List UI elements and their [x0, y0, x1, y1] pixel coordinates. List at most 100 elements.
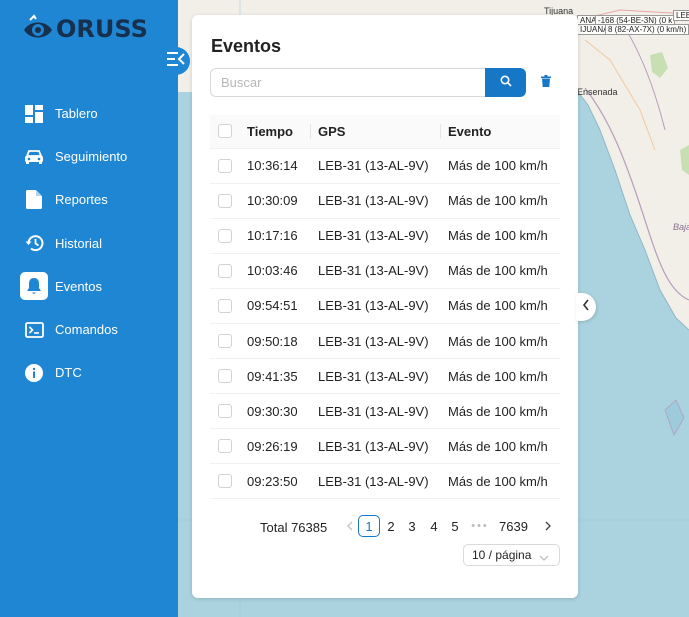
cell-event: Más de 100 km/h: [440, 393, 560, 430]
page-size-value: 10 / página: [472, 548, 532, 562]
row-select-cell: [210, 253, 239, 289]
search-input[interactable]: [210, 68, 486, 97]
column-header-gps[interactable]: GPS: [310, 115, 440, 149]
sidebar-item-label: Historial: [55, 235, 102, 251]
sidebar-item-reportes[interactable]: Reportes: [0, 178, 178, 221]
row-select-cell: [210, 323, 239, 360]
column-header-tiempo[interactable]: Tiempo: [239, 115, 310, 149]
info-icon: [20, 359, 48, 387]
cell-time: 10:17:16: [239, 218, 310, 254]
events-panel: Eventos Tiempo GPS Evento 10:36:14LEB-31…: [192, 15, 578, 598]
sidebar-item-dtc[interactable]: DTC: [0, 351, 178, 394]
pagination-total: Total 76385: [260, 520, 328, 535]
search-button[interactable]: [485, 68, 526, 97]
table-row[interactable]: 09:26:19 LEB-31 (13-AL-9V) Más de 100 km/h: [210, 428, 560, 465]
cell-gps: LEB-31 (13-AL-9V): [310, 428, 440, 465]
table-row[interactable]: 10:30:09 LEB-31 (13-AL-9V) Más de 100 km/h: [210, 183, 560, 219]
row-checkbox[interactable]: [218, 158, 232, 173]
cell-gps: LEB-31 (13-AL-9V): [310, 253, 440, 289]
sidebar-nav: Tablero Seguimiento Reportes Historial E…: [0, 92, 178, 394]
sidebar-item-label: Tablero: [55, 106, 98, 122]
row-checkbox[interactable]: [218, 474, 232, 489]
row-select-cell: [210, 183, 239, 219]
trash-icon: [541, 74, 551, 90]
collapse-sidebar-button[interactable]: [162, 47, 190, 75]
row-checkbox[interactable]: [218, 369, 232, 384]
table-row[interactable]: 10:36:14 LEB-31 (13-AL-9V) Más de 100 km/h: [210, 148, 560, 184]
row-checkbox[interactable]: [218, 228, 232, 243]
row-select-cell: [210, 463, 239, 500]
logo[interactable]: ORUSS: [22, 14, 148, 44]
row-checkbox[interactable]: [218, 263, 232, 278]
chevron-down-icon: [539, 551, 549, 565]
cell-gps: LEB-31 (13-AL-9V): [310, 393, 440, 430]
column-header-evento[interactable]: Evento: [440, 115, 560, 149]
car-icon: [20, 143, 48, 171]
row-checkbox[interactable]: [218, 298, 232, 313]
sidebar-item-seguimiento[interactable]: Seguimiento: [0, 135, 178, 178]
page-button-2[interactable]: 2: [380, 515, 402, 537]
cell-time: 09:50:18: [239, 323, 310, 360]
page-button-last[interactable]: 7639: [499, 515, 528, 537]
row-checkbox[interactable]: [218, 193, 232, 208]
chevron-left-icon: [582, 298, 590, 316]
table-row[interactable]: 09:50:18 LEB-31 (13-AL-9V) Más de 100 km/h: [210, 323, 560, 360]
cell-event: Más de 100 km/h: [440, 428, 560, 465]
cell-gps: LEB-31 (13-AL-9V): [310, 463, 440, 500]
sidebar-item-historial[interactable]: Historial: [0, 222, 178, 265]
row-select-cell: [210, 393, 239, 430]
cell-event: Más de 100 km/h: [440, 288, 560, 324]
row-checkbox[interactable]: [218, 334, 232, 349]
table-row[interactable]: 09:41:35 LEB-31 (13-AL-9V) Más de 100 km/h: [210, 358, 560, 395]
page-button-4[interactable]: 4: [423, 515, 445, 537]
sidebar-item-tablero[interactable]: Tablero: [0, 92, 178, 135]
table-row[interactable]: 09:23:50 LEB-31 (13-AL-9V) Más de 100 km/h: [210, 463, 560, 500]
page-ellipsis[interactable]: •••: [469, 515, 491, 537]
row-select-cell: [210, 148, 239, 184]
cell-time: 10:03:46: [239, 253, 310, 289]
cell-time: 09:30:30: [239, 393, 310, 430]
table-row[interactable]: 09:54:51 LEB-31 (13-AL-9V) Más de 100 km/h: [210, 288, 560, 324]
search-bar: [210, 68, 526, 97]
cell-gps: LEB-31 (13-AL-9V): [310, 323, 440, 360]
chevron-left-icon: [346, 519, 354, 534]
cell-event: Más de 100 km/h: [440, 253, 560, 289]
row-select-cell: [210, 358, 239, 395]
cell-event: Más de 100 km/h: [440, 323, 560, 360]
eye-logo-icon: [22, 14, 54, 44]
page-size-select[interactable]: 10 / página: [463, 544, 560, 566]
sidebar-item-eventos[interactable]: Eventos: [0, 265, 178, 308]
sidebar-item-comandos[interactable]: Comandos: [0, 308, 178, 351]
table-row[interactable]: 10:17:16 LEB-31 (13-AL-9V) Más de 100 km/h: [210, 218, 560, 254]
row-checkbox[interactable]: [218, 439, 232, 454]
page-button-3[interactable]: 3: [401, 515, 423, 537]
history-icon: [20, 229, 48, 257]
vehicle-tag[interactable]: 8 (82-AX-7X) (0 km/h): [605, 24, 689, 35]
terminal-icon: [20, 316, 48, 344]
map-label-ensenada: Ensenada: [577, 87, 618, 97]
cell-event: Más de 100 km/h: [440, 218, 560, 254]
vehicle-tag[interactable]: LEB: [673, 10, 689, 21]
cell-event: Más de 100 km/h: [440, 358, 560, 395]
row-checkbox[interactable]: [218, 404, 232, 419]
delete-button[interactable]: [537, 73, 555, 91]
page-button-1[interactable]: 1: [358, 515, 380, 537]
sidebar-item-label: Reportes: [55, 192, 108, 208]
cell-gps: LEB-31 (13-AL-9V): [310, 288, 440, 324]
sidebar-item-label: Comandos: [55, 322, 118, 338]
cell-gps: LEB-31 (13-AL-9V): [310, 218, 440, 254]
chevron-right-icon: [544, 519, 552, 534]
brand-name: ORUSS: [56, 15, 148, 43]
cell-gps: LEB-31 (13-AL-9V): [310, 358, 440, 395]
table-row[interactable]: 10:03:46 LEB-31 (13-AL-9V) Más de 100 km/h: [210, 253, 560, 289]
sidebar: ORUSS Tablero Seguimiento Reportes Histo…: [0, 0, 178, 617]
cell-time: 09:23:50: [239, 463, 310, 500]
sidebar-item-label: Seguimiento: [55, 149, 128, 165]
next-page-button[interactable]: [537, 515, 559, 537]
select-all-checkbox[interactable]: [218, 124, 232, 139]
search-icon: [500, 75, 512, 90]
map-label-baja: Baja: [673, 222, 689, 232]
table-row[interactable]: 09:30:30 LEB-31 (13-AL-9V) Más de 100 km/h: [210, 393, 560, 430]
pagination: Total 76385 1 2 3 4 5 ••• 7639: [192, 515, 578, 539]
page-button-5[interactable]: 5: [444, 515, 466, 537]
